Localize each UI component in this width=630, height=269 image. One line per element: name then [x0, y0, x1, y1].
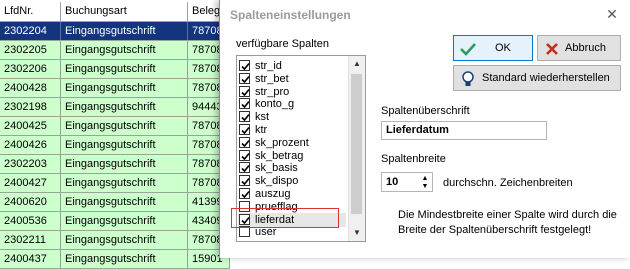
- checkbox[interactable]: [239, 98, 250, 110]
- cell-lfdnr: 2400620: [0, 193, 61, 211]
- check-icon: [241, 75, 250, 83]
- check-icon: [241, 88, 250, 96]
- stepper-up-icon[interactable]: ▲: [420, 175, 430, 182]
- check-icon: [241, 62, 250, 71]
- restore-default-button[interactable]: Standard wiederherstellen: [453, 65, 621, 91]
- cell-buchungsart: Eingangsgutschrift: [61, 193, 188, 211]
- column-settings-dialog: Spalteneinstellungen ✕ verfügbare Spalte…: [219, 0, 630, 258]
- table-row[interactable]: 2400427 Eingangsgutschrift 78708: [0, 174, 230, 193]
- table-row[interactable]: 2302205 Eingangsgutschrift 78708: [0, 41, 230, 60]
- check-icon: [241, 152, 250, 160]
- table-row[interactable]: 2302204 Eingangsgutschrift 78708: [0, 22, 230, 41]
- cancel-button-label: Abbruch: [565, 42, 606, 54]
- cell-lfdnr: 2400426: [0, 136, 61, 154]
- check-icon: [241, 178, 250, 186]
- table-row[interactable]: 2302203 Eingangsgutschrift 78708: [0, 155, 230, 174]
- header-label: Spaltenüberschrift: [381, 105, 470, 117]
- cell-buchungsart: Eingangsgutschrift: [61, 41, 188, 59]
- check-icon: [241, 165, 250, 173]
- checkbox[interactable]: [239, 124, 250, 135]
- cell-lfdnr: 2400437: [0, 250, 61, 268]
- cell-buchungsart: Eingangsgutschrift: [61, 136, 188, 154]
- check-icon: [241, 126, 250, 135]
- checkbox[interactable]: [239, 111, 250, 123]
- width-stepper[interactable]: 10 ▲ ▼: [381, 172, 433, 192]
- check-icon: [241, 101, 250, 109]
- scroll-thumb[interactable]: [351, 74, 362, 214]
- table-row[interactable]: 2400426 Eingangsgutschrift 78708: [0, 136, 230, 155]
- width-value: 10: [386, 176, 399, 188]
- cell-lfdnr: 2400428: [0, 79, 61, 97]
- checkbox[interactable]: [239, 226, 250, 238]
- cell-lfdnr: 2302198: [0, 98, 61, 116]
- cell-buchungsart: Eingangsgutschrift: [61, 231, 188, 249]
- checkbox[interactable]: [239, 188, 250, 199]
- check-icon: [241, 190, 250, 199]
- cell-buchungsart: Eingangsgutschrift: [61, 155, 188, 173]
- checkbox[interactable]: [239, 72, 250, 84]
- table-row[interactable]: 2400437 Eingangsgutschrift 15901: [0, 250, 230, 269]
- info-text: Die Mindestbreite einer Spalte wird durc…: [398, 209, 617, 236]
- check-icon: [241, 114, 250, 122]
- cell-buchungsart: Eingangsgutschrift: [61, 60, 188, 78]
- dialog-title: Spalteneinstellungen: [230, 8, 351, 22]
- cell-lfdnr: 2400425: [0, 117, 61, 135]
- cell-lfdnr: 2302206: [0, 60, 61, 78]
- scroll-up-icon[interactable]: ▲: [349, 56, 365, 72]
- header-input[interactable]: Lieferdatum: [381, 121, 547, 140]
- table-row[interactable]: 2302206 Eingangsgutschrift 78708: [0, 60, 230, 79]
- table-row[interactable]: 2400536 Eingangsgutschrift 43409: [0, 212, 230, 231]
- cell-lfdnr: 2302204: [0, 22, 61, 40]
- cross-icon: [546, 43, 558, 55]
- highlight-box: [231, 208, 339, 228]
- checkmark-icon: [460, 43, 476, 56]
- cell-lfdnr: 2302205: [0, 41, 61, 59]
- column-header-lfdnr[interactable]: LfdNr.: [0, 2, 61, 21]
- checkbox[interactable]: [239, 162, 250, 174]
- cell-buchungsart: Eingangsgutschrift: [61, 174, 188, 192]
- ok-button[interactable]: OK: [453, 35, 533, 61]
- column-header-buchungsart[interactable]: Buchungsart: [61, 2, 188, 21]
- list-scrollbar[interactable]: ▲ ▼: [348, 56, 365, 241]
- lightbulb-icon: [462, 71, 474, 86]
- grid-header: LfdNr. Buchungsart Belegl: [0, 2, 230, 22]
- cell-lfdnr: 2302211: [0, 231, 61, 249]
- cell-buchungsart: Eingangsgutschrift: [61, 79, 188, 97]
- booking-grid: LfdNr. Buchungsart Belegl 2302204 Eingang…: [0, 0, 231, 269]
- cell-buchungsart: Eingangsgutschrift: [61, 250, 188, 268]
- cell-lfdnr: 2302203: [0, 155, 61, 173]
- restore-default-label: Standard wiederherstellen: [482, 72, 610, 84]
- cell-buchungsart: Eingangsgutschrift: [61, 98, 188, 116]
- table-row[interactable]: 2400428 Eingangsgutschrift 78708: [0, 79, 230, 98]
- table-row[interactable]: 2302198 Eingangsgutschrift 94443: [0, 98, 230, 117]
- ok-button-label: OK: [495, 42, 511, 54]
- table-row[interactable]: 2400620 Eingangsgutschrift 41399: [0, 193, 230, 212]
- close-icon[interactable]: ✕: [603, 5, 621, 23]
- cell-buchungsart: Eingangsgutschrift: [61, 212, 188, 230]
- table-row[interactable]: 2302211 Eingangsgutschrift 78708: [0, 231, 230, 250]
- stepper-down-icon[interactable]: ▼: [420, 183, 430, 190]
- checkbox[interactable]: [239, 175, 250, 187]
- width-label: Spaltenbreite: [381, 153, 446, 165]
- scroll-down-icon[interactable]: ▼: [349, 225, 365, 241]
- checkbox[interactable]: [239, 85, 250, 97]
- cell-lfdnr: 2400536: [0, 212, 61, 230]
- table-row[interactable]: 2400425 Eingangsgutschrift 78708: [0, 117, 230, 136]
- checkbox[interactable]: [239, 136, 250, 148]
- cell-lfdnr: 2400427: [0, 174, 61, 192]
- cell-buchungsart: Eingangsgutschrift: [61, 22, 188, 40]
- checkbox[interactable]: [239, 60, 250, 71]
- cancel-button[interactable]: Abbruch: [537, 35, 621, 61]
- width-unit-label: durchschn. Zeichenbreiten: [443, 177, 573, 189]
- checkbox[interactable]: [239, 149, 250, 161]
- check-icon: [241, 139, 250, 147]
- cell-buchungsart: Eingangsgutschrift: [61, 117, 188, 135]
- available-columns-label: verfügbare Spalten: [236, 38, 329, 50]
